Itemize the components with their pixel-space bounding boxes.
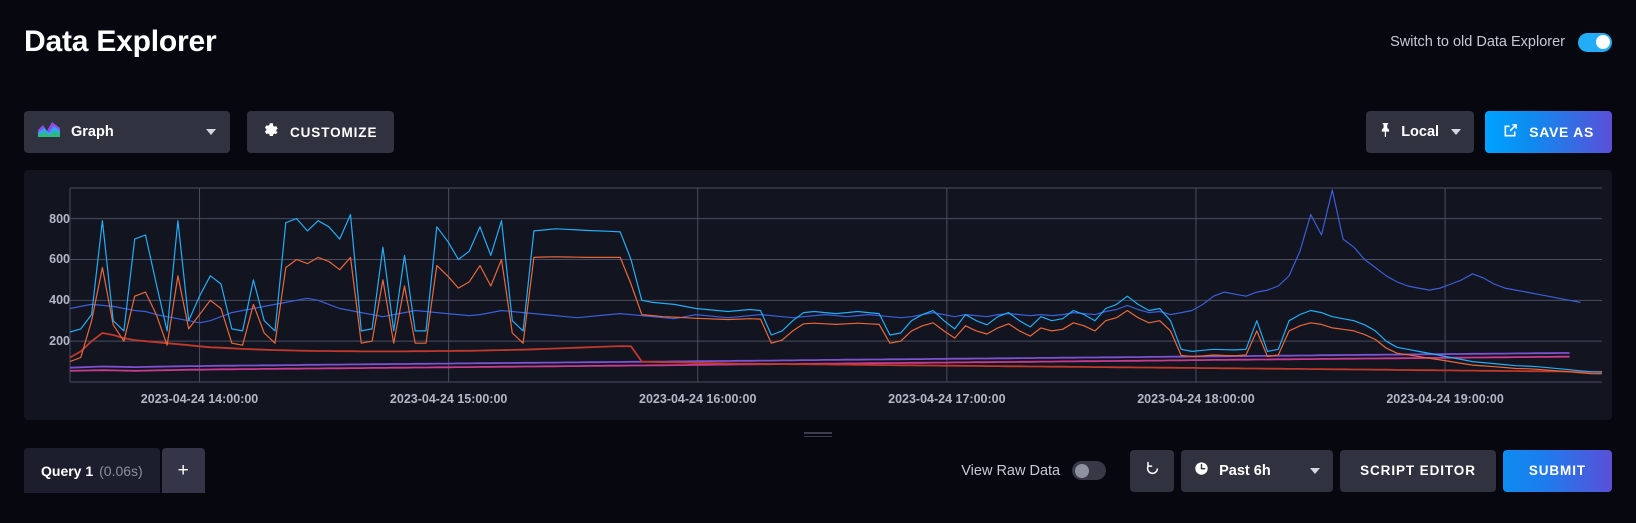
local-source-label: Local <box>1401 124 1440 140</box>
query-tab-duration: (0.06s) <box>99 462 143 479</box>
customize-button[interactable]: CUSTOMIZE <box>247 111 395 153</box>
add-query-button[interactable]: + <box>161 448 205 493</box>
chevron-down-icon <box>1451 129 1462 135</box>
resize-grip-line <box>804 432 832 434</box>
x-axis-tick-label: 2023-04-24 16:00:00 <box>639 392 757 406</box>
query-controls: View Raw Data Past 6h SCRIPT EDITOR SUBM… <box>961 449 1612 492</box>
script-editor-button[interactable]: SCRIPT EDITOR <box>1340 449 1496 492</box>
x-axis-tick-label: 2023-04-24 19:00:00 <box>1386 392 1504 406</box>
y-axis-tick-label: 400 <box>49 293 70 308</box>
x-axis-tick-label: 2023-04-24 17:00:00 <box>888 392 1006 406</box>
view-raw-data-label: View Raw Data <box>961 462 1061 479</box>
customize-button-label: CUSTOMIZE <box>290 124 378 140</box>
query-tab-1[interactable]: Query 1 (0.06s) <box>24 448 160 493</box>
time-series-chart[interactable] <box>24 170 1612 420</box>
y-axis-tick-label: 800 <box>49 211 70 226</box>
y-axis-tick-label: 600 <box>49 252 70 267</box>
toggle-knob <box>1595 35 1610 49</box>
y-axis-tick-label: 200 <box>49 334 70 349</box>
x-axis-tick-label: 2023-04-24 15:00:00 <box>389 392 508 406</box>
time-range-label: Past 6h <box>1219 462 1271 479</box>
x-axis-tick-label: 2023-04-24 14:00:00 <box>140 392 259 406</box>
visualization-toolbar: Graph CUSTOMIZE Local SAVE AS <box>0 108 1636 156</box>
refresh-icon <box>1145 461 1160 481</box>
save-as-button[interactable]: SAVE AS <box>1485 111 1612 153</box>
x-axis-tick-label: 2023-04-24 18:00:00 <box>1137 392 1255 406</box>
y-axis-labels: 200 400 600 800 <box>24 170 70 420</box>
view-raw-data-toggle[interactable] <box>1072 461 1107 480</box>
query-tab-name: Query 1 <box>41 462 94 479</box>
resize-grip-line <box>804 435 832 437</box>
toggle-knob <box>1074 463 1089 478</box>
area-chart-icon <box>38 122 60 142</box>
toolbar-right-group: Local SAVE AS <box>1366 111 1612 153</box>
local-source-dropdown[interactable]: Local <box>1366 111 1475 153</box>
switch-old-explorer-label: Switch to old Data Explorer <box>1390 34 1565 50</box>
chevron-down-icon <box>1310 467 1321 474</box>
submit-button[interactable]: SUBMIT <box>1502 449 1612 492</box>
switch-old-explorer[interactable]: Switch to old Data Explorer <box>1390 32 1612 52</box>
visualization-type-dropdown[interactable]: Graph <box>24 111 230 153</box>
query-bottom-bar: Query 1 (0.06s) + View Raw Data Past 6h … <box>0 448 1636 493</box>
switch-old-explorer-toggle[interactable] <box>1578 32 1612 52</box>
time-range-dropdown[interactable]: Past 6h <box>1181 449 1334 492</box>
chevron-down-icon <box>206 129 216 135</box>
refresh-button[interactable] <box>1130 449 1175 492</box>
external-link-icon <box>1503 123 1518 141</box>
save-as-button-label: SAVE AS <box>1529 124 1594 140</box>
visualization-type-label: Graph <box>71 124 114 140</box>
page-title: Data Explorer <box>24 25 217 58</box>
graph-panel[interactable]: 200 400 600 800 2023-04-24 14:00:00 2023-04-… <box>24 170 1612 420</box>
clock-icon <box>1194 461 1209 481</box>
query-tabs: Query 1 (0.06s) + <box>24 448 205 493</box>
toolbar-left-group: Graph CUSTOMIZE <box>24 111 395 153</box>
pin-icon <box>1379 122 1392 142</box>
data-explorer-page: Data Explorer Switch to old Data Explore… <box>0 0 1636 523</box>
panel-resize-handle[interactable] <box>804 432 832 437</box>
page-header: Data Explorer Switch to old Data Explore… <box>0 0 1636 84</box>
gear-icon <box>264 123 279 141</box>
